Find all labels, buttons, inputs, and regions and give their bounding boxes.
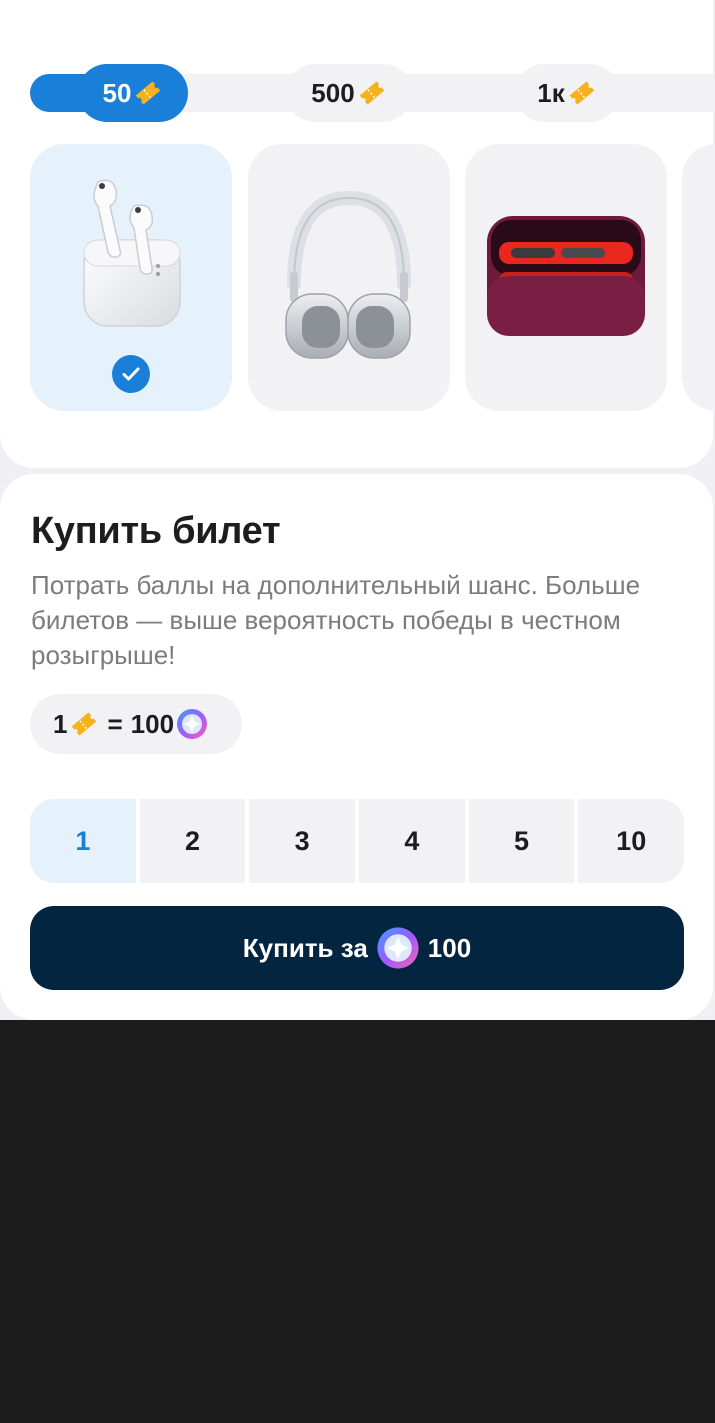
prize-card: 50 500 1к [0, 0, 713, 468]
quantity-option-5[interactable]: 5 [468, 799, 575, 883]
buy-description: Потрать баллы на дополнительный шанс. Бо… [31, 570, 641, 670]
prize-card-next[interactable] [682, 144, 713, 411]
tier-50-button[interactable]: 50 [78, 64, 188, 122]
dyson-airwrap-image [487, 216, 645, 336]
tier-1k-button[interactable]: 1к [515, 64, 619, 122]
buy-button-label: Купить за [242, 932, 368, 963]
quantity-option-4[interactable]: 4 [359, 799, 465, 883]
ticket-icon [569, 81, 595, 105]
buy-button-amount: 100 [427, 932, 472, 963]
screen: 50 500 1к Купить билет Потрать баллы на … [0, 0, 715, 1020]
points-coin-icon [177, 709, 208, 739]
quantity-option-10[interactable]: 10 [578, 799, 684, 883]
airpods-max-image [285, 190, 411, 359]
airpods-pro-image [83, 179, 181, 327]
quantity-option-2[interactable]: 2 [139, 799, 246, 883]
selected-check-icon [112, 355, 150, 393]
tier-label: 500 [311, 77, 355, 108]
tier-label: 1к [537, 77, 565, 108]
prize-card-airpods-max[interactable] [248, 144, 450, 411]
rate-points: 100 [130, 708, 175, 739]
buy-ticket-card: Купить билет Потрать баллы на дополнител… [0, 474, 713, 1020]
buy-button[interactable]: Купить за 100 [30, 906, 684, 990]
points-coin-icon [377, 927, 419, 969]
quantity-option-3[interactable]: 3 [249, 799, 356, 883]
prize-card-dyson-airwrap[interactable] [465, 144, 667, 411]
prize-carousel [30, 144, 713, 411]
ticket-icon [359, 81, 384, 105]
ticket-icon [72, 712, 97, 736]
ticket-quantity-selector: 1 2 3 4 5 10 [30, 799, 684, 883]
exchange-rate-badge: 1 = 100 [30, 694, 242, 754]
ticket-icon [136, 81, 161, 105]
rate-equals: = [107, 708, 123, 739]
tier-500-button[interactable]: 500 [286, 64, 412, 122]
tier-label: 50 [102, 77, 132, 108]
prize-card-airpods-pro[interactable] [30, 144, 232, 411]
quantity-option-1[interactable]: 1 [30, 799, 136, 883]
tier-selector: 50 500 1к [0, 62, 713, 124]
buy-title: Купить билет [31, 510, 281, 552]
rate-tickets: 1 [53, 708, 68, 739]
